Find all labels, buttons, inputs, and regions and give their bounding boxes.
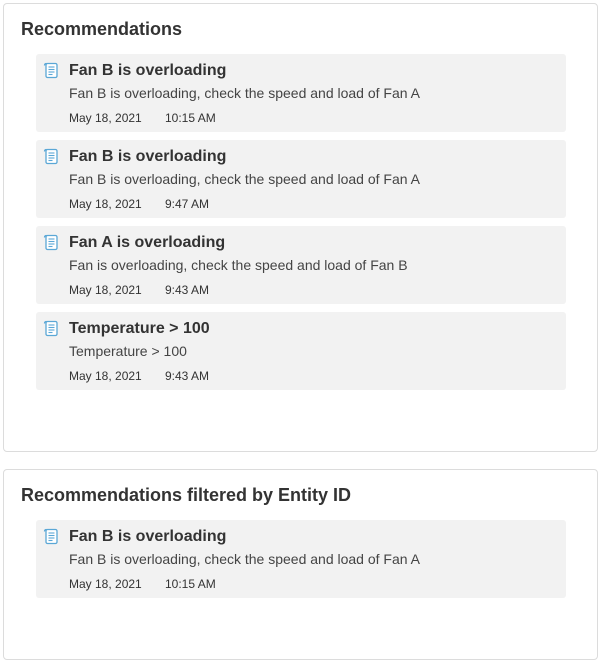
recommendation-time: 9:47 AM xyxy=(165,197,210,211)
recommendation-description: Fan B is overloading, check the speed an… xyxy=(69,551,421,567)
recommendation-description: Fan B is overloading, check the speed an… xyxy=(69,171,421,187)
scroll-document-icon xyxy=(43,234,60,251)
recommendation-title: Fan B is overloading xyxy=(69,148,227,165)
recommendation-list: Fan B is overloading Fan B is overloadin… xyxy=(36,54,566,398)
recommendation-title: Fan B is overloading xyxy=(69,62,227,79)
scroll-document-icon xyxy=(43,320,60,337)
panel-title: Recommendations filtered by Entity ID xyxy=(21,485,352,505)
recommendation-title: Fan B is overloading xyxy=(69,528,227,545)
recommendation-card[interactable]: Fan B is overloading Fan B is overloadin… xyxy=(36,54,566,132)
recommendation-date: May 18, 2021 xyxy=(69,197,142,211)
scroll-document-icon xyxy=(43,528,60,545)
scroll-document-icon xyxy=(43,148,60,165)
recommendation-date: May 18, 2021 xyxy=(69,283,142,297)
recommendation-time: 9:43 AM xyxy=(165,369,210,383)
recommendations-panel: Recommendations Fan B is overloading Fan… xyxy=(3,3,598,452)
recommendation-title: Temperature > 100 xyxy=(69,320,210,337)
recommendation-description: Fan B is overloading, check the speed an… xyxy=(69,85,421,101)
recommendation-date: May 18, 2021 xyxy=(69,577,142,591)
recommendation-card[interactable]: Temperature > 100 Temperature > 100 May … xyxy=(36,312,566,390)
recommendation-time: 10:15 AM xyxy=(165,577,216,591)
recommendation-card[interactable]: Fan B is overloading Fan B is overloadin… xyxy=(36,520,566,598)
recommendation-title: Fan A is overloading xyxy=(69,234,226,251)
filtered-recommendations-panel: Recommendations filtered by Entity ID Fa… xyxy=(3,469,598,660)
recommendation-card[interactable]: Fan B is overloading Fan B is overloadin… xyxy=(36,140,566,218)
panel-title: Recommendations xyxy=(21,19,183,39)
recommendation-card[interactable]: Fan A is overloading Fan is overloading,… xyxy=(36,226,566,304)
recommendation-list: Fan B is overloading Fan B is overloadin… xyxy=(36,520,566,606)
scroll-document-icon xyxy=(43,62,60,79)
recommendation-date: May 18, 2021 xyxy=(69,369,142,383)
recommendation-description: Fan is overloading, check the speed and … xyxy=(69,257,408,273)
recommendation-time: 10:15 AM xyxy=(165,111,216,125)
recommendation-time: 9:43 AM xyxy=(165,283,210,297)
recommendation-description: Temperature > 100 xyxy=(69,343,187,359)
recommendation-date: May 18, 2021 xyxy=(69,111,142,125)
